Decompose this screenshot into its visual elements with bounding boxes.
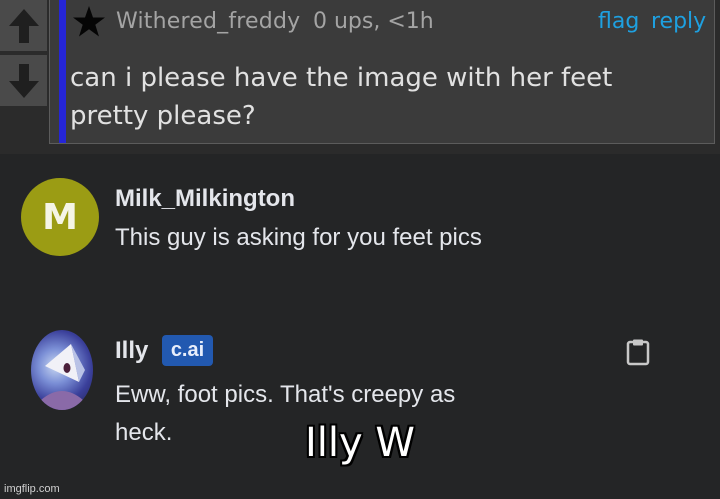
upvote-button[interactable] xyxy=(0,0,47,51)
comment-meta: 0 ups, <1h xyxy=(313,9,434,34)
avatar: M xyxy=(21,178,99,256)
flag-link[interactable]: flag xyxy=(598,9,639,34)
comment-accent-bar xyxy=(59,0,66,143)
comment-box: Withered_freddy 0 ups, <1h flag reply ca… xyxy=(49,0,715,144)
comment-username[interactable]: Withered_freddy xyxy=(116,9,300,34)
meme-caption: Illy W xyxy=(305,420,415,466)
downvote-arrow-icon xyxy=(8,63,39,98)
reply-link[interactable]: reply xyxy=(651,9,706,34)
watermark: imgflip.com xyxy=(4,483,60,495)
avatar-letter: M xyxy=(42,196,78,238)
message-author-name: Milk_Milkington xyxy=(115,185,295,212)
star-icon xyxy=(73,6,105,37)
character-portrait-icon xyxy=(41,344,85,410)
forum-comment-area: Withered_freddy 0 ups, <1h flag reply ca… xyxy=(0,0,720,154)
comment-text: can i please have the image with her fee… xyxy=(70,63,613,131)
cai-badge: c.ai xyxy=(162,335,213,366)
clipboard-icon[interactable] xyxy=(625,338,651,366)
message-author-name: Illy xyxy=(115,337,149,364)
upvote-arrow-icon xyxy=(8,8,39,43)
message-text: This guy is asking for you feet pics xyxy=(115,224,482,251)
vote-column xyxy=(0,0,47,110)
avatar xyxy=(31,330,93,410)
downvote-button[interactable] xyxy=(0,55,47,106)
